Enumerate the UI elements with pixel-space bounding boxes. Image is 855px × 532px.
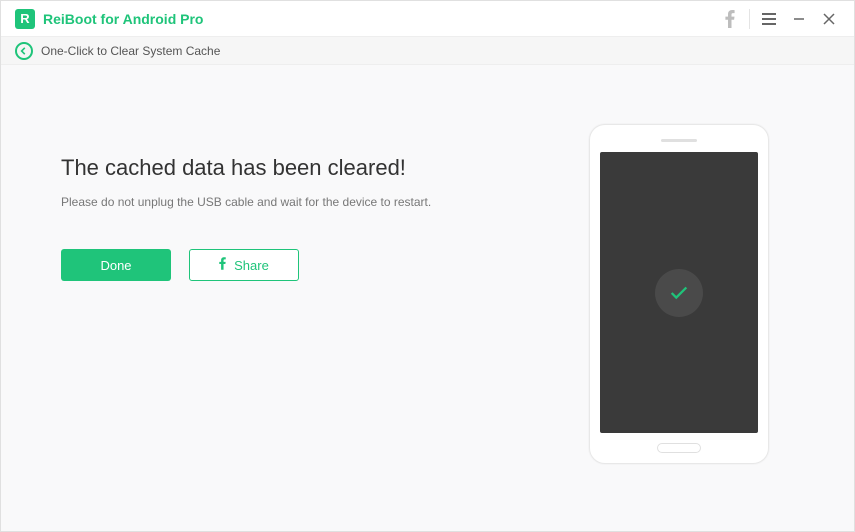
app-logo-icon: R [15, 9, 35, 29]
divider [749, 9, 750, 29]
app-title: ReiBoot for Android Pro [43, 11, 203, 27]
back-icon[interactable] [15, 42, 33, 60]
done-button[interactable]: Done [61, 249, 171, 281]
phone-screen [600, 152, 758, 433]
phone-speaker-icon [661, 139, 697, 142]
titlebar: R ReiBoot for Android Pro [1, 1, 854, 37]
share-button-label: Share [234, 258, 269, 273]
illustration-panel [564, 105, 794, 483]
facebook-share-icon [219, 257, 226, 273]
success-title: The cached data has been cleared! [61, 155, 564, 181]
breadcrumb-label: One-Click to Clear System Cache [41, 44, 220, 58]
content-area: The cached data has been cleared! Please… [1, 65, 854, 531]
phone-illustration [589, 124, 769, 464]
menu-icon[interactable] [754, 4, 784, 34]
success-subtitle: Please do not unplug the USB cable and w… [61, 195, 564, 209]
message-panel: The cached data has been cleared! Please… [61, 105, 564, 483]
app-window: R ReiBoot for Android Pro One-Click to C… [0, 0, 855, 532]
close-button[interactable] [814, 4, 844, 34]
checkmark-circle-icon [655, 269, 703, 317]
share-button[interactable]: Share [189, 249, 299, 281]
breadcrumb: One-Click to Clear System Cache [1, 37, 854, 65]
phone-home-icon [657, 443, 701, 453]
facebook-icon[interactable] [715, 4, 745, 34]
minimize-button[interactable] [784, 4, 814, 34]
button-row: Done Share [61, 249, 564, 281]
